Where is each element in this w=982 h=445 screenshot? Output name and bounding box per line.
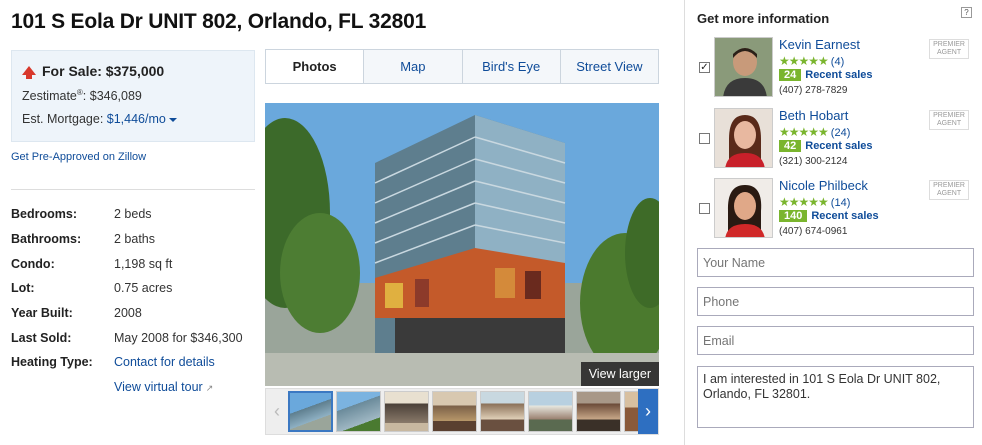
external-link-icon: ↗ — [205, 383, 214, 394]
thumbnail[interactable] — [576, 391, 621, 432]
fact-row: Last Sold: May 2008 for $346,300 — [11, 330, 243, 345]
agent-phone: (407) 674-0961 — [779, 226, 848, 237]
thumbnail[interactable] — [528, 391, 573, 432]
chevron-down-icon[interactable] — [168, 117, 177, 122]
sidebar-title: Get more information — [697, 11, 830, 26]
avatar — [714, 178, 773, 238]
name-field[interactable] — [697, 248, 974, 277]
agent-card: ✓ Kevin Earnest ★★★★★ (4) 24 Recent sales … — [697, 37, 977, 99]
fact-row: Condo: 1,198 sq ft — [11, 256, 173, 271]
thumbnail[interactable] — [480, 391, 525, 432]
agent-phone: (407) 278-7829 — [779, 85, 848, 96]
fact-row: Year Built: 2008 — [11, 306, 142, 321]
recent-sales: 140 Recent sales — [779, 210, 879, 222]
preapproved-link[interactable]: Get Pre-Approved on Zillow — [11, 151, 146, 163]
agent-checkbox[interactable] — [699, 133, 710, 144]
rating-stars: ★★★★★ (24) — [779, 125, 851, 139]
recent-sales-link[interactable]: Recent sales — [805, 69, 872, 81]
contact-details-link[interactable]: Contact for details — [114, 355, 215, 369]
agent-card: Nicole Philbeck ★★★★★ (14) 140 Recent sale… — [697, 178, 977, 240]
building-photo — [265, 103, 659, 386]
recent-sales-link[interactable]: Recent sales — [811, 210, 878, 222]
price-summary: For Sale: $375,000 Zestimate®: $346,089 … — [11, 50, 255, 142]
rating-stars: ★★★★★ (4) — [779, 54, 845, 68]
fact-row: Heating Type: Contact for details — [11, 355, 215, 370]
divider — [11, 189, 255, 190]
contact-sidebar: Get more information ? ✓ Kevin Earnest ★… — [684, 0, 982, 445]
agent-phone: (321) 300-2124 — [779, 156, 848, 167]
for-sale-arrow-icon — [22, 65, 36, 79]
email-field[interactable] — [697, 326, 974, 355]
help-icon[interactable]: ? — [961, 7, 972, 18]
premier-agent-badge: PREMIER AGENT — [929, 180, 969, 200]
agent-name-link[interactable]: Kevin Earnest — [779, 37, 860, 52]
est-mortgage: Est. Mortgage: $1,446/mo — [22, 112, 244, 126]
avatar — [714, 37, 773, 97]
property-address-title: 101 S Eola Dr UNIT 802, Orlando, FL 3280… — [11, 10, 427, 33]
tab-map[interactable]: Map — [363, 50, 462, 83]
phone-field[interactable] — [697, 287, 974, 316]
reviews-link[interactable]: (14) — [831, 197, 851, 209]
zestimate: Zestimate®: $346,089 — [22, 88, 142, 104]
mortgage-link[interactable]: $1,446/mo — [107, 112, 166, 126]
recent-sales: 24 Recent sales — [779, 69, 873, 81]
thumbnail[interactable] — [288, 391, 333, 432]
thumbnail[interactable] — [384, 391, 429, 432]
fact-row: Bathrooms: 2 baths — [11, 232, 156, 247]
recent-sales: 42 Recent sales — [779, 140, 873, 152]
main-photo[interactable]: View larger — [265, 103, 659, 386]
thumbnail[interactable] — [336, 391, 381, 432]
recent-sales-link[interactable]: Recent sales — [805, 140, 872, 152]
property-facts: Bedrooms: 2 beds Bathrooms: 2 baths Condo:… — [11, 202, 261, 400]
virtual-tour-link[interactable]: View virtual tour — [114, 380, 203, 394]
agent-checkbox[interactable] — [699, 203, 710, 214]
rating-stars: ★★★★★ (14) — [779, 195, 851, 209]
for-sale-price: For Sale: $375,000 — [42, 63, 165, 79]
chevron-right-icon[interactable]: › — [638, 389, 658, 434]
agent-name-link[interactable]: Beth Hobart — [779, 108, 848, 123]
reviews-link[interactable]: (24) — [831, 127, 851, 139]
tab-birds-eye[interactable]: Bird's Eye — [461, 50, 560, 83]
agent-card: Beth Hobart ★★★★★ (24) 42 Recent sales (32… — [697, 108, 977, 170]
fact-row: Lot: 0.75 acres — [11, 281, 173, 296]
fact-row: View virtual tour ↗ — [11, 375, 261, 400]
photo-thumbnails: ‹ › — [265, 388, 659, 435]
tab-photos[interactable]: Photos — [266, 50, 364, 83]
premier-agent-badge: PREMIER AGENT — [929, 39, 969, 59]
agent-checkbox[interactable]: ✓ — [699, 62, 710, 73]
premier-agent-badge: PREMIER AGENT — [929, 110, 969, 130]
media-tabs: Photos Map Bird's Eye Street View — [265, 49, 659, 84]
chevron-left-icon[interactable]: ‹ — [266, 389, 288, 434]
avatar — [714, 108, 773, 168]
reviews-link[interactable]: (4) — [831, 56, 844, 68]
tab-street-view[interactable]: Street View — [559, 50, 658, 83]
agent-name-link[interactable]: Nicole Philbeck — [779, 178, 868, 193]
fact-row: Bedrooms: 2 beds — [11, 207, 152, 222]
thumbnail[interactable] — [432, 391, 477, 432]
view-larger-button[interactable]: View larger — [580, 362, 659, 386]
message-field[interactable]: I am interested in 101 S Eola Dr UNIT 80… — [697, 366, 974, 428]
